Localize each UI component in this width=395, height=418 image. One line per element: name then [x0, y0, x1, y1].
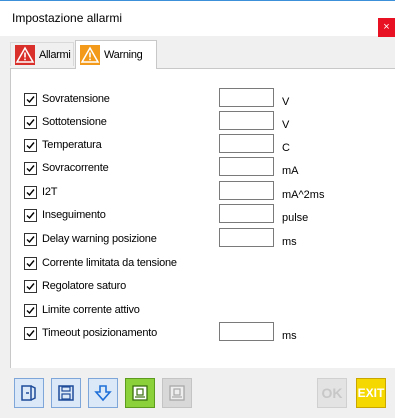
timeout-posizionamento-unit: ms [282, 330, 297, 342]
read-from-device-button[interactable] [162, 378, 192, 408]
warning-red-icon [15, 44, 35, 65]
sovratensione-unit: V [282, 96, 290, 108]
bottom-toolbar: OK EXIT [0, 368, 395, 418]
open-file-icon [21, 385, 36, 401]
sovratensione-input[interactable] [219, 88, 274, 107]
checkmark-icon [26, 119, 35, 127]
sovracorrente-checkbox[interactable] [24, 162, 37, 175]
alarm-settings-window: Impostazione allarmi × Allarmi Warning S… [0, 0, 395, 418]
sottotensione-unit: V [282, 119, 290, 131]
tab-allarmi[interactable]: Allarmi [10, 42, 74, 66]
delay-warning-posizione-input[interactable] [219, 228, 274, 247]
inseguimento-checkbox[interactable] [24, 209, 37, 222]
warning-settings-panel: Sovratensione V Sottotensione V Temperat… [10, 68, 395, 368]
checkmark-icon [26, 142, 35, 150]
checkmark-icon [26, 330, 35, 338]
save-icon [58, 385, 74, 401]
sovracorrente-label: Sovracorrente [42, 162, 109, 174]
i2t-unit: mA^2ms [282, 189, 325, 201]
timeout-posizionamento-input[interactable] [219, 322, 274, 341]
sovracorrente-unit: mA [282, 165, 299, 177]
sottotensione-input[interactable] [219, 111, 274, 130]
delay-warning-posizione-unit: ms [282, 236, 297, 248]
regolatore-saturo-label: Regolatore saturo [42, 280, 127, 292]
sovracorrente-input[interactable] [219, 157, 274, 176]
warning-orange-icon [80, 45, 100, 65]
timeout-posizionamento-checkbox[interactable] [24, 327, 37, 340]
temperatura-unit: C [282, 142, 290, 154]
sovratensione-label: Sovratensione [42, 93, 110, 105]
tab-allarmi-label: Allarmi [39, 48, 71, 61]
title-bar: Impostazione allarmi × [0, 0, 395, 37]
write-to-device-icon [132, 385, 148, 401]
checkmark-icon [26, 165, 35, 173]
sottotensione-checkbox[interactable] [24, 116, 37, 129]
temperatura-label: Temperatura [42, 139, 102, 151]
ok-button[interactable]: OK [317, 378, 347, 408]
checkmark-icon [26, 96, 35, 104]
corrente-limitata-label: Corrente limitata da tensione [42, 257, 177, 269]
delay-warning-posizione-checkbox[interactable] [24, 233, 37, 246]
write-to-device-button[interactable] [125, 378, 155, 408]
exit-button[interactable]: EXIT [356, 378, 386, 408]
checkmark-icon [26, 260, 35, 268]
window-title: Impostazione allarmi [12, 11, 123, 25]
tab-warning-label: Warning [104, 49, 143, 61]
sovratensione-checkbox[interactable] [24, 93, 37, 106]
temperatura-checkbox[interactable] [24, 139, 37, 152]
checkmark-icon [26, 307, 35, 315]
inseguimento-label: Inseguimento [42, 209, 106, 221]
download-icon [94, 385, 112, 402]
i2t-input[interactable] [219, 181, 274, 200]
regolatore-saturo-checkbox[interactable] [24, 280, 37, 293]
corrente-limitata-checkbox[interactable] [24, 257, 37, 270]
checkmark-icon [26, 189, 35, 197]
checkmark-icon [26, 236, 35, 244]
close-button[interactable]: × [378, 18, 395, 37]
inseguimento-unit: pulse [282, 212, 309, 224]
inseguimento-input[interactable] [219, 204, 274, 223]
temperatura-input[interactable] [219, 134, 274, 153]
i2t-label: I2T [42, 186, 58, 198]
open-file-button[interactable] [14, 378, 44, 408]
tab-warning[interactable]: Warning [75, 40, 157, 69]
download-button[interactable] [88, 378, 118, 408]
checkmark-icon [26, 212, 35, 220]
limite-corrente-attivo-checkbox[interactable] [24, 304, 37, 317]
checkmark-icon [26, 283, 35, 291]
timeout-posizionamento-label: Timeout posizionamento [42, 327, 158, 339]
delay-warning-posizione-label: Delay warning posizione [42, 233, 157, 245]
read-from-device-icon [169, 385, 185, 401]
save-button[interactable] [51, 378, 81, 408]
i2t-checkbox[interactable] [24, 186, 37, 199]
sottotensione-label: Sottotensione [42, 116, 107, 128]
limite-corrente-attivo-label: Limite corrente attivo [42, 304, 140, 316]
